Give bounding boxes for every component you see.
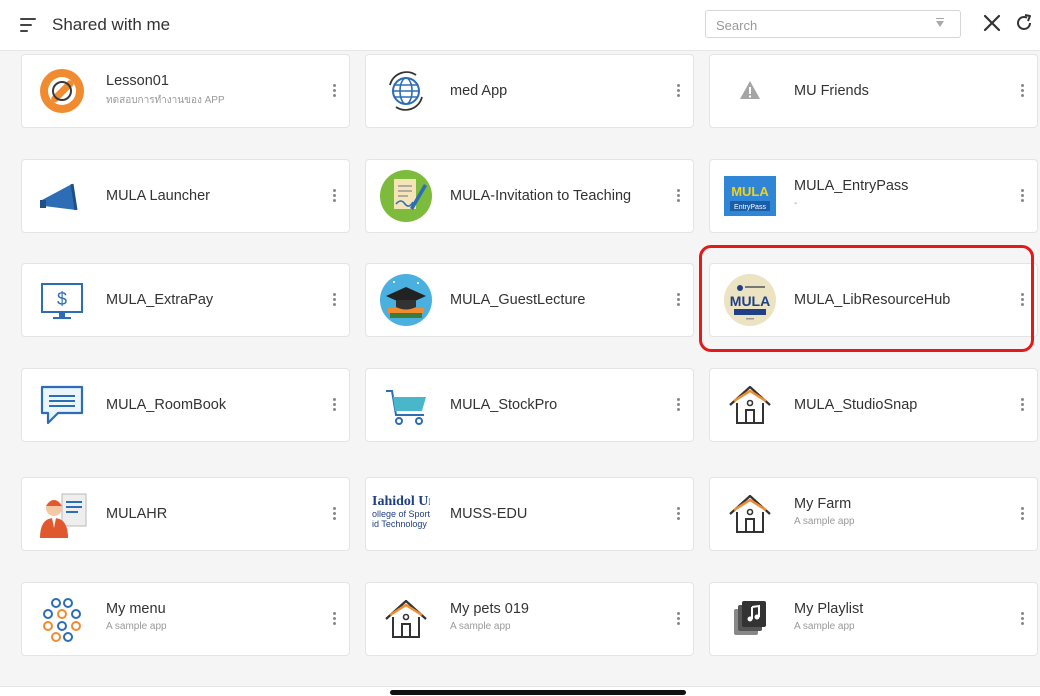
home-indicator[interactable] [390, 690, 686, 695]
app-card-mula-libresourcehub[interactable]: MULA MULA_LibResourceHub [709, 263, 1038, 337]
chat-bubble-icon [36, 379, 88, 431]
app-title: MULA_RoomBook [106, 397, 227, 413]
shopping-cart-icon [380, 379, 432, 431]
app-card-med-app[interactable]: med App [365, 54, 694, 128]
app-title: My Farm [794, 496, 852, 512]
more-options-icon[interactable] [1019, 293, 1025, 309]
wrench-icon [36, 65, 88, 117]
app-card-mu-friends[interactable]: MU Friends [709, 54, 1038, 128]
more-options-icon[interactable] [675, 293, 681, 309]
more-options-icon[interactable] [331, 293, 337, 309]
house-icon [724, 488, 776, 540]
app-title: Lesson01 [106, 73, 169, 89]
app-card-lesson01[interactable]: Lesson01 ทดสอบการทำงานของ APP [21, 54, 350, 128]
more-options-icon[interactable] [331, 398, 337, 414]
top-bar: Shared with me [0, 0, 1040, 51]
app-card-mula-guestlecture[interactable]: MULA_GuestLecture [365, 263, 694, 337]
more-options-icon[interactable] [1019, 612, 1025, 628]
app-title: My pets 019 [450, 601, 529, 617]
app-title: MULA_ExtraPay [106, 292, 214, 308]
app-card-mula-stockpro[interactable]: MULA_StockPro [365, 368, 694, 442]
app-title: My menu [106, 601, 166, 617]
logo-line-2: ollege of Sport [372, 509, 430, 519]
logo-line-3: id Technology [372, 519, 427, 529]
filter-icon[interactable] [936, 18, 944, 27]
globe-sync-icon [380, 65, 432, 117]
logo-line-1: Iahidol Ur [372, 494, 430, 509]
app-subtitle: A sample app [106, 621, 167, 632]
app-card-mula-launcher[interactable]: MULA Launcher [21, 159, 350, 233]
svg-text:$: $ [57, 289, 67, 309]
more-options-icon[interactable] [675, 84, 681, 100]
app-title: MULA_StockPro [450, 397, 558, 413]
mahidol-logo: Iahidol Ur ollege of Sport id Technology [372, 488, 430, 540]
app-subtitle: - [794, 198, 798, 209]
app-card-invitation-to-teaching[interactable]: MULA-Invitation to Teaching [365, 159, 694, 233]
app-title: MULA_LibResourceHub [794, 292, 951, 308]
signing-document-icon [380, 170, 432, 222]
svg-text:MULA: MULA [731, 184, 769, 199]
app-title: MU Friends [794, 83, 869, 99]
more-options-icon[interactable] [331, 189, 337, 205]
app-card-my-pets-019[interactable]: My pets 019 A sample app [365, 582, 694, 656]
more-options-icon[interactable] [675, 398, 681, 414]
circles-cluster-icon [36, 593, 88, 645]
app-title: MULA-Invitation to Teaching [450, 188, 632, 204]
app-title: MULAHR [106, 506, 168, 522]
house-icon [380, 593, 432, 645]
svg-text:EntryPass: EntryPass [734, 204, 766, 211]
search-box[interactable] [705, 10, 961, 38]
megaphone-icon [36, 170, 88, 222]
app-subtitle: A sample app [794, 516, 855, 527]
app-card-mula-studiosnap[interactable]: MULA_StudioSnap [709, 368, 1038, 442]
app-card-my-farm[interactable]: My Farm A sample app [709, 477, 1038, 551]
app-title: MUSS-EDU [450, 506, 528, 522]
app-title: MULA Launcher [106, 188, 210, 204]
app-card-mulahr[interactable]: MULAHR [21, 477, 350, 551]
more-options-icon[interactable] [1019, 398, 1025, 414]
mula-libresource-logo: MULA [724, 274, 776, 326]
more-options-icon[interactable] [331, 84, 337, 100]
app-card-mula-entrypass[interactable]: MULA EntryPass MULA_EntryPass - [709, 159, 1038, 233]
app-title: med App [450, 83, 508, 99]
app-subtitle: A sample app [450, 621, 511, 632]
warning-icon [724, 65, 776, 117]
more-options-icon[interactable] [1019, 507, 1025, 523]
svg-text:MULA: MULA [730, 293, 770, 309]
app-card-muss-edu[interactable]: Iahidol Ur ollege of Sport id Technology… [365, 477, 694, 551]
app-title: My Playlist [794, 601, 864, 617]
graduation-cap-icon [380, 274, 432, 326]
more-options-icon[interactable] [331, 612, 337, 628]
more-options-icon[interactable] [331, 507, 337, 523]
app-title: MULA_StudioSnap [794, 397, 918, 413]
app-title: MULA_GuestLecture [450, 292, 586, 308]
app-subtitle: A sample app [794, 621, 855, 632]
app-subtitle: ทดสอบการทำงานของ APP [106, 95, 225, 106]
more-options-icon[interactable] [675, 189, 681, 205]
more-options-icon[interactable] [675, 507, 681, 523]
mula-entrypass-logo: MULA EntryPass [724, 170, 776, 222]
sort-menu-icon[interactable] [20, 18, 36, 32]
app-card-my-playlist[interactable]: My Playlist A sample app [709, 582, 1038, 656]
close-icon[interactable] [981, 12, 1003, 34]
more-options-icon[interactable] [1019, 84, 1025, 100]
music-stack-icon [724, 593, 776, 645]
dollar-monitor-icon: $ [36, 274, 88, 326]
search-input[interactable] [714, 17, 918, 34]
house-icon [724, 379, 776, 431]
app-card-my-menu[interactable]: My menu A sample app [21, 582, 350, 656]
app-title: MULA_EntryPass [794, 178, 909, 194]
app-card-mula-extrapay[interactable]: $ MULA_ExtraPay [21, 263, 350, 337]
refresh-icon[interactable] [1013, 12, 1035, 34]
page-title: Shared with me [52, 15, 171, 34]
person-document-icon [36, 488, 88, 540]
app-card-mula-roombook[interactable]: MULA_RoomBook [21, 368, 350, 442]
more-options-icon[interactable] [675, 612, 681, 628]
more-options-icon[interactable] [1019, 189, 1025, 205]
